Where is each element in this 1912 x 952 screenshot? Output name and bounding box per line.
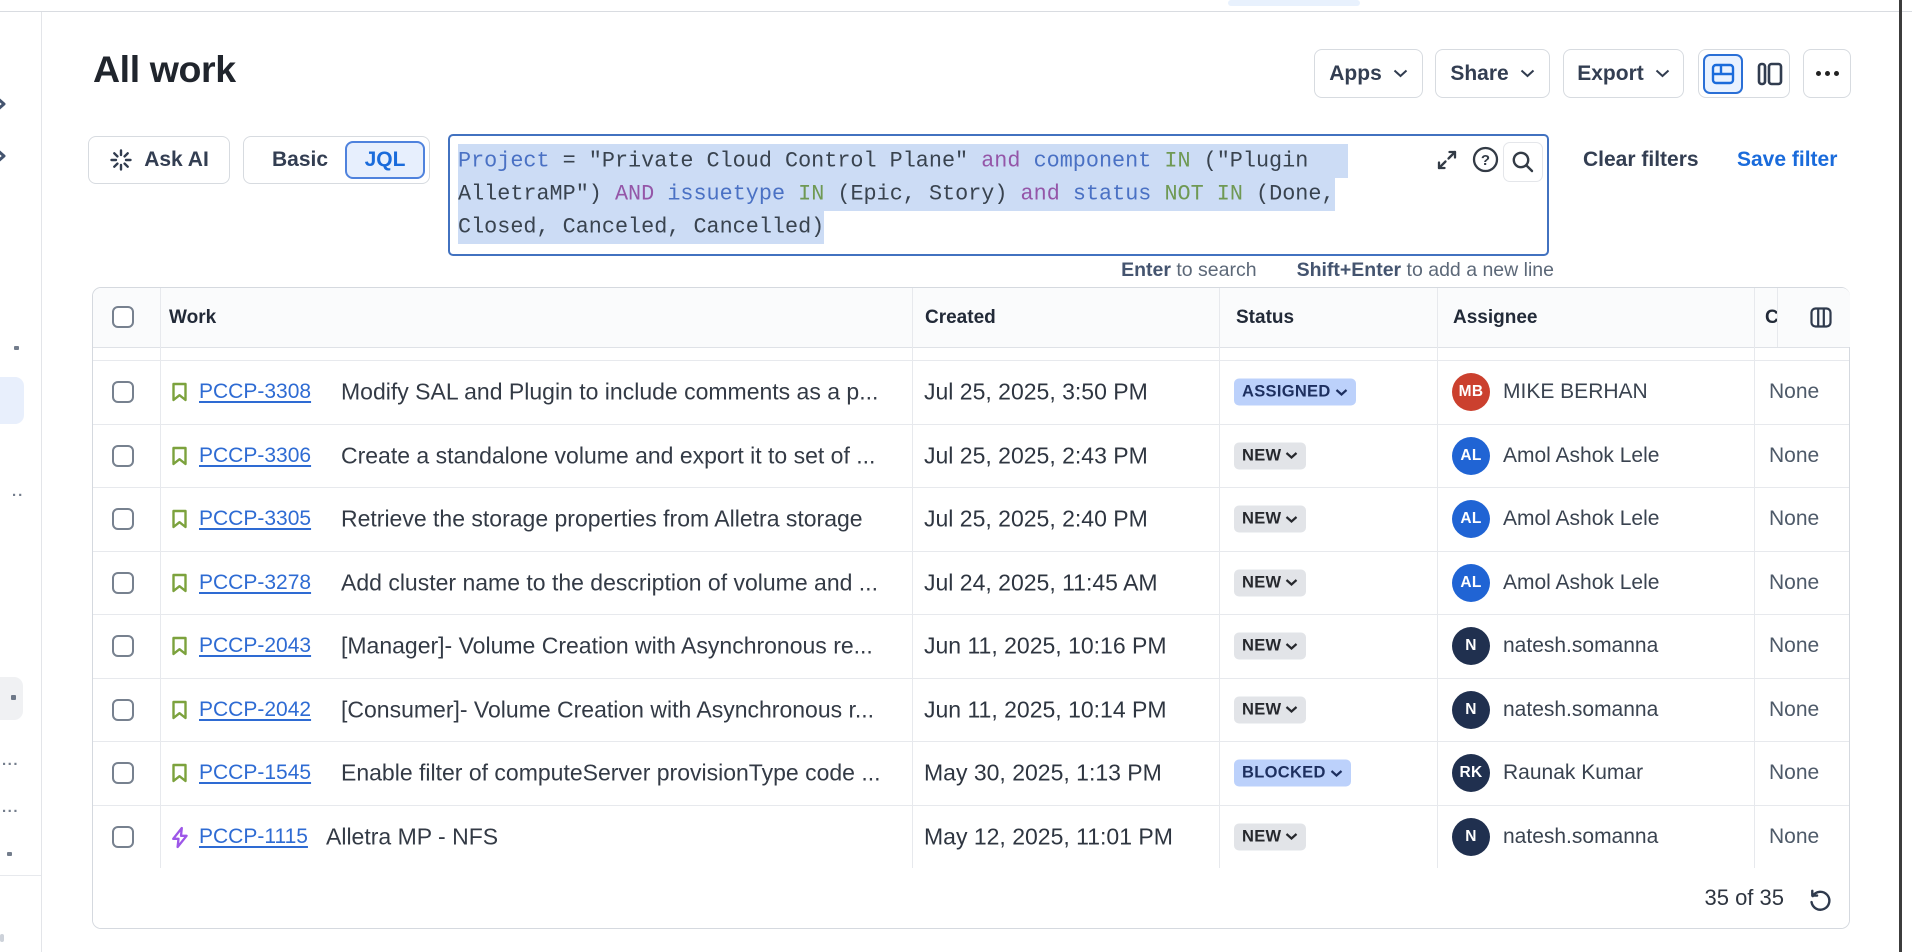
svg-text:?: ? xyxy=(1481,152,1490,169)
